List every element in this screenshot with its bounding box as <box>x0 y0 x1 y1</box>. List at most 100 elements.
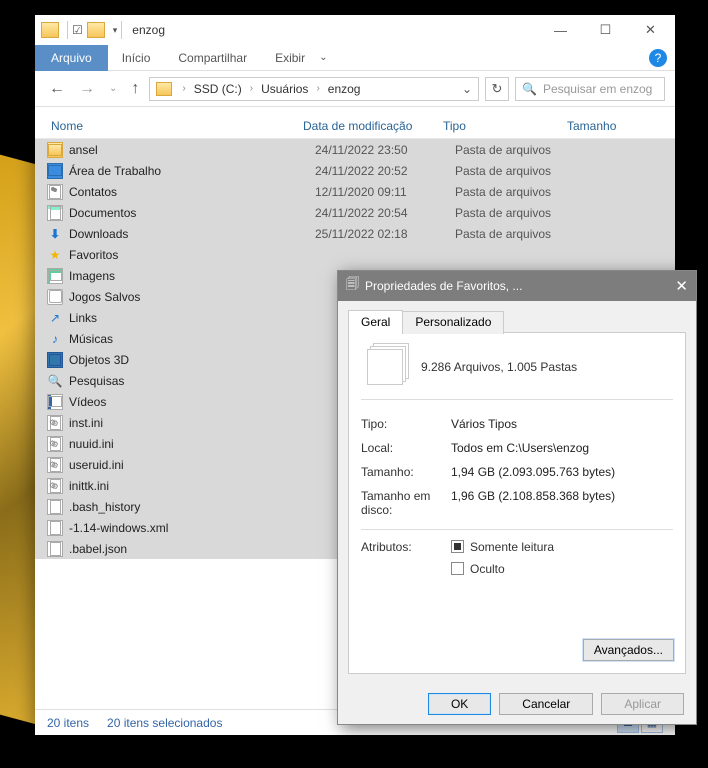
close-icon[interactable]: ✕ <box>675 277 688 295</box>
checkbox-readonly[interactable]: Somente leitura <box>451 540 554 554</box>
checkbox-label: Oculto <box>470 562 505 576</box>
chevron-right-icon[interactable]: › <box>178 83 189 94</box>
column-size[interactable]: Tamanho <box>563 119 635 133</box>
chevron-down-icon[interactable]: ⌄ <box>319 52 327 63</box>
music-icon: ♪ <box>47 331 63 347</box>
list-item[interactable]: ★Favoritos <box>35 244 675 265</box>
advanced-button[interactable]: Avançados... <box>583 639 674 661</box>
back-button[interactable]: ← <box>45 80 69 98</box>
checkbox-hidden[interactable]: Oculto <box>451 562 554 576</box>
properties-dialog: 🗐 Propriedades de Favoritos, ... ✕ Geral… <box>337 270 697 725</box>
checkbox-label: Somente leitura <box>470 540 554 554</box>
desktop-icon <box>47 163 63 179</box>
dialog-buttons: OK Cancelar Aplicar <box>338 684 696 724</box>
dialog-tabs: Geral Personalizado <box>338 301 696 332</box>
maximize-button[interactable]: ☐ <box>583 15 628 45</box>
stack-icon: 🗐 <box>346 275 359 297</box>
file-date: 12/11/2020 09:11 <box>315 185 455 199</box>
file-name: Área de Trabalho <box>69 164 315 178</box>
ini-icon <box>47 436 63 452</box>
list-item[interactable]: Área de Trabalho24/11/2022 20:52Pasta de… <box>35 160 675 181</box>
breadcrumb-item[interactable]: enzog <box>324 82 365 96</box>
label-attributes: Atributos: <box>361 540 451 554</box>
list-item[interactable]: Contatos12/11/2020 09:11Pasta de arquivo… <box>35 181 675 202</box>
file-name: Contatos <box>69 185 315 199</box>
dialog-title-bar[interactable]: 🗐 Propriedades de Favoritos, ... ✕ <box>338 271 696 301</box>
file-name: Músicas <box>69 332 315 346</box>
tab-file[interactable]: Arquivo <box>35 45 108 71</box>
list-item[interactable]: Documentos24/11/2022 20:54Pasta de arqui… <box>35 202 675 223</box>
column-type[interactable]: Tipo <box>439 119 563 133</box>
up-button[interactable]: ↑ <box>127 80 143 98</box>
chevron-right-icon[interactable]: › <box>246 83 257 94</box>
folder-icon[interactable] <box>87 22 105 38</box>
dialog-title: Propriedades de Favoritos, ... <box>365 279 522 293</box>
apply-button[interactable]: Aplicar <box>601 693 684 715</box>
value-size: 1,94 GB (2.093.095.763 bytes) <box>451 465 673 479</box>
video-icon <box>47 394 63 410</box>
folder-icon <box>47 142 63 158</box>
search-placeholder: Pesquisar em enzog <box>543 82 652 96</box>
ok-button[interactable]: OK <box>428 693 491 715</box>
tab-share[interactable]: Compartilhar <box>164 45 261 71</box>
ini-icon <box>47 415 63 431</box>
cancel-button[interactable]: Cancelar <box>499 693 593 715</box>
games-icon <box>47 289 63 305</box>
refresh-button[interactable]: ↻ <box>485 77 509 101</box>
dialog-panel: 9.286 Arquivos, 1.005 Pastas Tipo: Vário… <box>348 332 686 674</box>
file-name: Vídeos <box>69 395 315 409</box>
qat-dropdown-icon[interactable]: ▾ <box>113 25 118 36</box>
file-name: inittk.ini <box>69 479 315 493</box>
search-icon: 🔍 <box>522 82 537 96</box>
file-name: useruid.ini <box>69 458 315 472</box>
tab-view[interactable]: Exibir <box>261 45 319 71</box>
breadcrumb-item[interactable]: Usuários <box>257 82 312 96</box>
file-type: Pasta de arquivos <box>455 206 579 220</box>
column-name[interactable]: Nome <box>47 119 299 133</box>
status-selected-count: 20 itens selecionados <box>107 716 222 730</box>
file-name: .bash_history <box>69 500 315 514</box>
file-icon <box>47 520 63 536</box>
dl-icon: ⬇ <box>47 226 63 242</box>
search-input[interactable]: 🔍 Pesquisar em enzog <box>515 77 665 101</box>
file-type: Pasta de arquivos <box>455 164 579 178</box>
search-icon: 🔍 <box>47 373 63 389</box>
tab-home[interactable]: Início <box>108 45 165 71</box>
file-type: Pasta de arquivos <box>455 143 579 157</box>
status-item-count: 20 itens <box>47 716 89 730</box>
checkbox-icon <box>451 540 464 553</box>
files-stack-icon <box>367 349 403 385</box>
file-name: Downloads <box>69 227 315 241</box>
file-name: Objetos 3D <box>69 353 315 367</box>
file-date: 24/11/2022 20:54 <box>315 206 455 220</box>
qat-checkbox-icon[interactable]: ☑ <box>72 23 83 37</box>
value-location: Todos em C:\Users\enzog <box>451 441 673 455</box>
tab-custom[interactable]: Personalizado <box>402 311 504 334</box>
navigation-bar: ← → ⌄ ↑ › SSD (C:) › Usuários › enzog ⌄ … <box>35 71 675 107</box>
list-item[interactable]: ⬇Downloads25/11/2022 02:18Pasta de arqui… <box>35 223 675 244</box>
tab-general[interactable]: Geral <box>348 310 403 333</box>
help-icon[interactable]: ? <box>649 49 667 67</box>
title-bar[interactable]: ☑ ▾ enzog — ☐ ✕ <box>35 15 675 45</box>
list-item[interactable]: ansel24/11/2022 23:50Pasta de arquivos <box>35 139 675 160</box>
file-icon <box>47 499 63 515</box>
chevron-right-icon[interactable]: › <box>312 83 323 94</box>
file-date: 24/11/2022 23:50 <box>315 143 455 157</box>
address-dropdown-icon[interactable]: ⌄ <box>456 82 478 96</box>
breadcrumb-item[interactable]: SSD (C:) <box>190 82 246 96</box>
recent-dropdown-icon[interactable]: ⌄ <box>105 83 121 94</box>
column-date[interactable]: Data de modificação <box>299 119 439 133</box>
file-icon <box>47 541 63 557</box>
close-button[interactable]: ✕ <box>628 15 673 45</box>
file-name: Imagens <box>69 269 315 283</box>
value-type: Vários Tipos <box>451 417 673 431</box>
forward-button[interactable]: → <box>75 80 99 98</box>
file-name: ansel <box>69 143 315 157</box>
minimize-button[interactable]: — <box>538 15 583 45</box>
img-icon <box>47 268 63 284</box>
separator <box>121 21 122 39</box>
value-size-disk: 1,96 GB (2.108.858.368 bytes) <box>451 489 673 518</box>
link-icon: ↗ <box>47 310 63 326</box>
file-name: Pesquisas <box>69 374 315 388</box>
address-bar[interactable]: › SSD (C:) › Usuários › enzog ⌄ <box>149 77 479 101</box>
